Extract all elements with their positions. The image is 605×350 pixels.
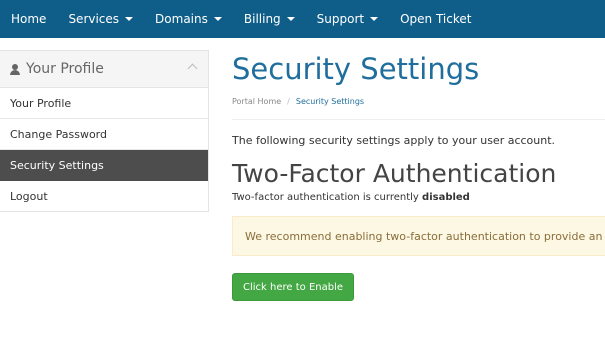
enable-two-factor-button[interactable]: Click here to Enable (232, 273, 354, 301)
sidebar-item-label: Security Settings (10, 158, 104, 172)
profile-sidebar: Your Profile Your Profile Change Passwor… (0, 50, 209, 212)
caret-down-icon (286, 17, 295, 21)
sidebar-item-label: Your Profile (10, 96, 72, 110)
title-divider (232, 119, 605, 120)
sidebar-item-your-profile[interactable]: Your Profile (0, 88, 208, 119)
nav-home-label: Home (11, 12, 47, 26)
main-content: Security Settings Portal Home / Security… (232, 50, 605, 301)
user-icon (10, 63, 20, 75)
breadcrumb-separator: / (287, 97, 290, 106)
caret-down-icon (125, 17, 134, 21)
breadcrumb-portal-home[interactable]: Portal Home (232, 97, 281, 106)
nav-support[interactable]: Support (306, 0, 389, 38)
nav-home[interactable]: Home (0, 0, 57, 38)
nav-services[interactable]: Services (57, 0, 144, 38)
chevron-up-icon[interactable] (187, 63, 198, 74)
nav-domains[interactable]: Domains (144, 0, 233, 38)
caret-down-icon (370, 17, 379, 21)
sidebar-item-label: Change Password (10, 127, 107, 141)
top-navbar: Home Services Domains Billing Support Op… (0, 0, 605, 38)
breadcrumb: Portal Home / Security Settings (232, 97, 605, 106)
page-title: Security Settings (232, 52, 480, 86)
nav-open-ticket-label: Open Ticket (400, 12, 472, 26)
section-title: Two-Factor Authentication (232, 159, 557, 188)
alert-text: We recommend enabling two-factor authent… (245, 229, 605, 243)
sidebar-item-label: Logout (10, 189, 48, 203)
nav-support-label: Support (316, 12, 365, 26)
nav-domains-label: Domains (155, 12, 208, 26)
status-prefix: Two-factor authentication is currently (232, 192, 419, 203)
nav-services-label: Services (68, 12, 120, 26)
nav-billing[interactable]: Billing (233, 0, 306, 38)
two-factor-status: Two-factor authentication is currently d… (232, 192, 605, 203)
sidebar-header[interactable]: Your Profile (0, 51, 208, 88)
sidebar-header-title: Your Profile (26, 61, 104, 77)
nav-billing-label: Billing (243, 12, 281, 26)
sidebar-item-security-settings[interactable]: Security Settings (0, 150, 208, 181)
caret-down-icon (213, 17, 222, 21)
sidebar-item-change-password[interactable]: Change Password (0, 119, 208, 150)
breadcrumb-security-settings: Security Settings (295, 97, 365, 106)
sidebar-item-logout[interactable]: Logout (0, 181, 208, 211)
nav-open-ticket[interactable]: Open Ticket (389, 0, 482, 38)
recommendation-alert: We recommend enabling two-factor authent… (232, 216, 605, 256)
status-value: disabled (422, 192, 470, 203)
intro-text: The following security settings apply to… (232, 134, 556, 147)
